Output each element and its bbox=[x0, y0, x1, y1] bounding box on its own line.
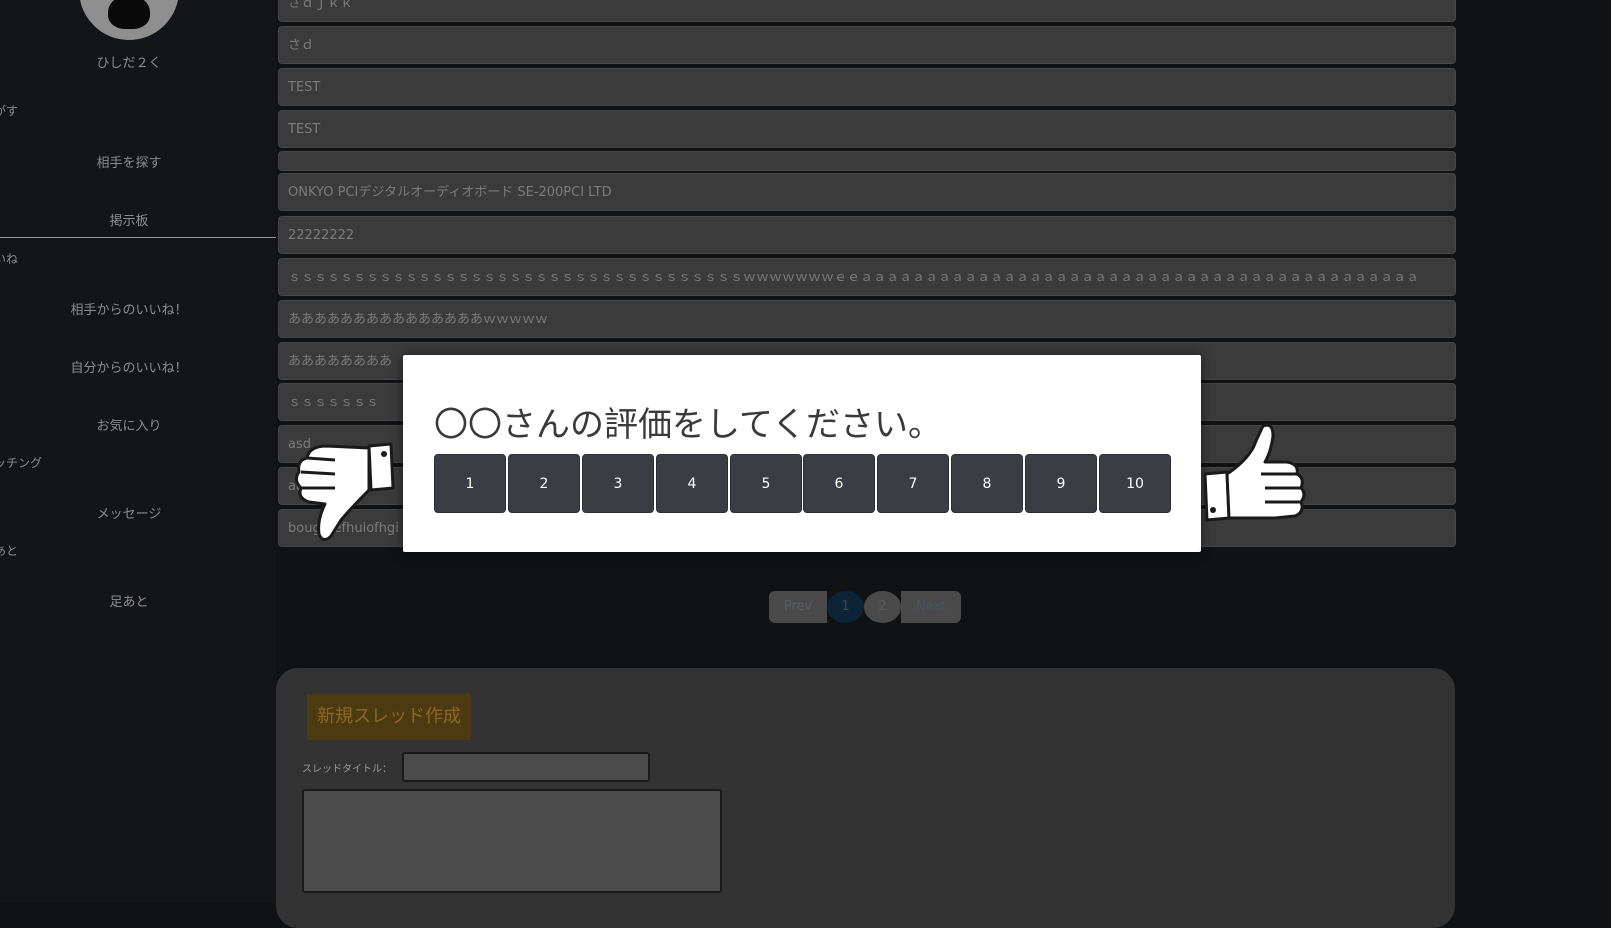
rating-modal-title: 〇〇さんの評価をしてください。 bbox=[434, 405, 942, 445]
sidebar-item-find-partner[interactable]: 相手を探す bbox=[0, 152, 258, 171]
sidebar-item-favorites[interactable]: お気に入り bbox=[0, 415, 258, 434]
rating-button-5[interactable]: 5 bbox=[730, 454, 802, 513]
sidebar-item-likes-from-me[interactable]: 自分からのいいね！ bbox=[0, 357, 258, 376]
rating-button-7[interactable]: 7 bbox=[877, 454, 949, 513]
sidebar-section-search: がす bbox=[0, 104, 19, 118]
thread-row[interactable]: あああああああああああああああｗｗｗｗｗ bbox=[278, 300, 1456, 338]
sidebar-item-likes-from-partner[interactable]: 相手からのいいね！ bbox=[0, 299, 258, 318]
sidebar-item-footprints[interactable]: 足あと bbox=[0, 591, 258, 610]
rating-button-1[interactable]: 1 bbox=[434, 454, 506, 513]
avatar-silhouette bbox=[108, 0, 150, 29]
thread-body-textarea[interactable] bbox=[302, 789, 722, 893]
thread-row[interactable]: さｄｊｋｋ bbox=[278, 0, 1456, 22]
sidebar-item-bulletin-board[interactable]: 掲示板 bbox=[0, 210, 258, 229]
sidebar: ひしだ２く がす 相手を探す 掲示板 いね 相手からのいいね！ 自分からのいいね… bbox=[0, 0, 276, 903]
thread-row[interactable]: 22222222 bbox=[278, 216, 1456, 254]
pagination-page-2[interactable]: 2 bbox=[864, 591, 901, 623]
thread-title-label: スレッドタイトル： bbox=[302, 764, 392, 775]
thread-row[interactable]: ｓｓｓｓｓｓｓｓｓｓｓｓｓｓｓｓｓｓｓｓｓｓｓｓｓｓｓｓｓｓｓｓｓｓｓｗｗｗｗｗ… bbox=[278, 258, 1456, 296]
rating-button-3[interactable]: 3 bbox=[582, 454, 654, 513]
rating-options: 1 2 3 4 5 6 7 8 9 10 bbox=[434, 454, 1172, 514]
username: ひしだ２く bbox=[96, 56, 162, 71]
avatar[interactable] bbox=[79, 0, 179, 40]
new-thread-panel: 新規スレッド作成 スレッドタイトル： bbox=[276, 668, 1455, 928]
thread-row[interactable]: さｄ bbox=[278, 26, 1456, 64]
new-thread-heading: 新規スレッド作成 bbox=[307, 694, 471, 740]
sidebar-section-likes: いね bbox=[0, 252, 19, 266]
thread-row[interactable] bbox=[278, 151, 1456, 171]
sidebar-divider bbox=[0, 237, 276, 238]
rating-button-4[interactable]: 4 bbox=[656, 454, 728, 513]
pagination-page-1[interactable]: 1 bbox=[827, 591, 864, 623]
rating-button-9[interactable]: 9 bbox=[1025, 454, 1097, 513]
rating-button-2[interactable]: 2 bbox=[508, 454, 580, 513]
thumbs-up-icon bbox=[1203, 423, 1306, 522]
sidebar-item-messages[interactable]: メッセージ bbox=[0, 503, 258, 522]
pagination-next-button[interactable]: Next bbox=[901, 591, 961, 623]
thread-row[interactable]: TEST bbox=[278, 110, 1456, 148]
thumbs-down-icon bbox=[295, 442, 395, 541]
pagination-prev-button[interactable]: Prev bbox=[769, 591, 827, 623]
sidebar-section-footprints: あと bbox=[0, 544, 19, 558]
rating-button-8[interactable]: 8 bbox=[951, 454, 1023, 513]
thread-row[interactable]: TEST bbox=[278, 68, 1456, 106]
rating-modal: 〇〇さんの評価をしてください。 1 2 3 4 5 6 7 8 9 10 bbox=[403, 355, 1201, 552]
sidebar-section-matching: ッチング bbox=[0, 456, 43, 470]
thread-title-input[interactable] bbox=[402, 752, 650, 782]
rating-button-10[interactable]: 10 bbox=[1099, 454, 1171, 513]
thread-row[interactable]: ONKYO PCIデジタルオーディオボード SE-200PCI LTD bbox=[278, 173, 1456, 211]
rating-button-6[interactable]: 6 bbox=[803, 454, 875, 513]
